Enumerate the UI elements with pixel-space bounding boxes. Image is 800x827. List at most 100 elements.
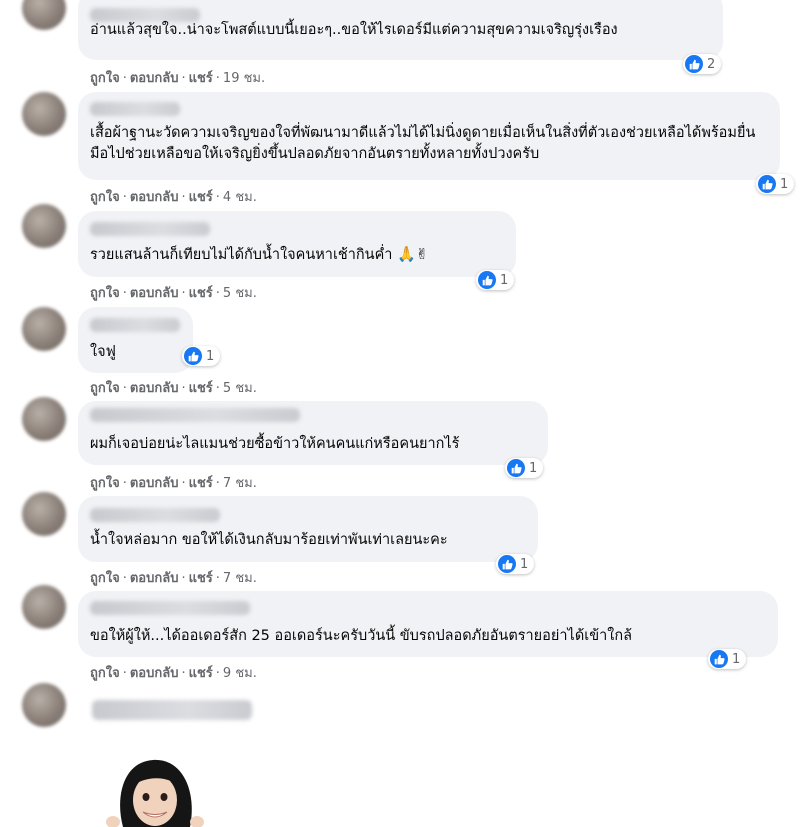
reply-link[interactable]: ตอบกลับ: [130, 476, 179, 491]
commenter-name[interactable]: [90, 601, 250, 615]
separator: ·: [181, 476, 186, 491]
reaction-number: 1: [500, 272, 509, 288]
separator: ·: [122, 666, 127, 681]
thumbs-up-icon: [685, 55, 703, 73]
comment-actions: ถูกใจ · ตอบกลับ · แชร์ · 5 ชม.: [90, 377, 257, 398]
separator: ·: [181, 286, 186, 301]
comment-text: ใจฟู: [90, 344, 116, 360]
reaction-count[interactable]: 1: [182, 346, 221, 366]
share-link[interactable]: แชร์: [189, 190, 213, 205]
reaction-count[interactable]: 1: [756, 174, 795, 194]
separator: ·: [215, 71, 220, 86]
separator: ·: [215, 381, 220, 396]
reaction-number: 1: [529, 460, 538, 476]
comment-text: รวยแสนล้านก็เทียบไม่ได้กับน้ำใจคนหาเช้าก…: [90, 244, 504, 266]
share-link[interactable]: แชร์: [189, 476, 213, 491]
comment-bubble: เสื้อผ้าฐานะวัดความเจริญของใจที่พัฒนามาด…: [78, 92, 780, 180]
commenter-name[interactable]: [90, 318, 180, 332]
avatar[interactable]: [22, 397, 66, 441]
separator: ·: [215, 666, 220, 681]
comment-text: น้ำใจหล่อมาก ขอให้ได้เงินกลับมาร้อยเท่าพ…: [90, 532, 448, 548]
comment-actions: ถูกใจ · ตอบกลับ · แชร์ · 7 ชม.: [90, 472, 257, 493]
commenter-name[interactable]: [90, 102, 180, 116]
separator: ·: [181, 571, 186, 586]
timestamp[interactable]: 7 ชม.: [223, 476, 257, 491]
reaction-number: 1: [780, 176, 789, 192]
comment-text: เสื้อผ้าฐานะวัดความเจริญของใจที่พัฒนามาด…: [90, 125, 756, 162]
thumbs-up-icon: [507, 459, 525, 477]
reply-link[interactable]: ตอบกลับ: [130, 381, 179, 396]
commenter-name[interactable]: [90, 408, 300, 422]
avatar-sticker: [106, 759, 204, 827]
share-link[interactable]: แชร์: [189, 666, 213, 681]
share-link[interactable]: แชร์: [189, 71, 213, 86]
comment-bubble: รวยแสนล้านก็เทียบไม่ได้กับน้ำใจคนหาเช้าก…: [78, 211, 516, 277]
commenter-name[interactable]: [90, 508, 220, 522]
thumbs-up-icon: [758, 175, 776, 193]
like-link[interactable]: ถูกใจ: [90, 571, 120, 586]
share-link[interactable]: แชร์: [189, 381, 213, 396]
commenter-name[interactable]: [90, 222, 210, 236]
separator: ·: [122, 71, 127, 86]
comment-actions: ถูกใจ · ตอบกลับ · แชร์ · 4 ชม.: [90, 186, 257, 207]
timestamp[interactable]: 19 ชม.: [223, 71, 265, 86]
comment-bubble: ขอให้ผู้ให้...ได้ออเดอร์สัก 25 ออเดอร์นะ…: [78, 591, 778, 657]
avatar[interactable]: [22, 0, 66, 30]
separator: ·: [215, 286, 220, 301]
timestamp[interactable]: 7 ชม.: [223, 571, 257, 586]
avatar[interactable]: [22, 204, 66, 248]
comment-text-body: รวยแสนล้านก็เทียบไม่ได้กับน้ำใจคนหาเช้าก…: [90, 247, 393, 263]
separator: ·: [122, 476, 127, 491]
timestamp[interactable]: 9 ชม.: [223, 666, 257, 681]
separator: ·: [215, 476, 220, 491]
separator: ·: [181, 666, 186, 681]
comment-text: ผมก็เจอบ่อยน่ะไลแมนช่วยซื้อข้าวให้คนคนแก…: [90, 436, 460, 452]
separator: ·: [181, 190, 186, 205]
reaction-count[interactable]: 1: [505, 458, 544, 478]
like-link[interactable]: ถูกใจ: [90, 286, 120, 301]
reaction-number: 2: [707, 56, 716, 72]
reply-link[interactable]: ตอบกลับ: [130, 571, 179, 586]
separator: ·: [215, 571, 220, 586]
like-link[interactable]: ถูกใจ: [90, 666, 120, 681]
separator: ·: [122, 286, 127, 301]
avatar[interactable]: [22, 683, 66, 727]
avatar[interactable]: [22, 307, 66, 351]
reaction-number: 1: [732, 651, 741, 667]
comment-actions: ถูกใจ · ตอบกลับ · แชร์ · 7 ชม.: [90, 567, 257, 588]
like-link[interactable]: ถูกใจ: [90, 71, 120, 86]
reaction-count[interactable]: 2: [683, 54, 722, 74]
avatar[interactable]: [22, 492, 66, 536]
thumbs-up-icon: [184, 347, 202, 365]
comment-actions: ถูกใจ · ตอบกลับ · แชร์ · 19 ชม.: [90, 67, 265, 88]
reaction-number: 1: [206, 348, 215, 364]
comment-actions: ถูกใจ · ตอบกลับ · แชร์ · 5 ชม.: [90, 282, 257, 303]
avatar[interactable]: [22, 585, 66, 629]
separator: ·: [122, 571, 127, 586]
comment-bubble: น้ำใจหล่อมาก ขอให้ได้เงินกลับมาร้อยเท่าพ…: [78, 496, 538, 562]
reply-link[interactable]: ตอบกลับ: [130, 666, 179, 681]
reply-link[interactable]: ตอบกลับ: [130, 71, 179, 86]
reaction-count[interactable]: 1: [476, 270, 515, 290]
like-link[interactable]: ถูกใจ: [90, 476, 120, 491]
comment-bubble: ผมก็เจอบ่อยน่ะไลแมนช่วยซื้อข้าวให้คนคนแก…: [78, 401, 548, 465]
reply-link[interactable]: ตอบกลับ: [130, 286, 179, 301]
comment-text: ขอให้ผู้ให้...ได้ออเดอร์สัก 25 ออเดอร์นะ…: [90, 628, 632, 644]
commenter-name[interactable]: [92, 700, 252, 720]
share-link[interactable]: แชร์: [189, 571, 213, 586]
reaction-count[interactable]: 1: [708, 649, 747, 669]
timestamp[interactable]: 5 ชม.: [223, 381, 257, 396]
separator: ·: [215, 190, 220, 205]
comment-actions: ถูกใจ · ตอบกลับ · แชร์ · 9 ชม.: [90, 662, 257, 683]
like-link[interactable]: ถูกใจ: [90, 190, 120, 205]
timestamp[interactable]: 4 ชม.: [223, 190, 257, 205]
reply-link[interactable]: ตอบกลับ: [130, 190, 179, 205]
like-link[interactable]: ถูกใจ: [90, 381, 120, 396]
share-link[interactable]: แชร์: [189, 286, 213, 301]
avatar[interactable]: [22, 92, 66, 136]
timestamp[interactable]: 5 ชม.: [223, 286, 257, 301]
comment-bubble: ใจฟู: [78, 307, 193, 373]
separator: ·: [122, 190, 127, 205]
thumbs-up-icon: [710, 650, 728, 668]
reaction-count[interactable]: 1: [496, 554, 535, 574]
